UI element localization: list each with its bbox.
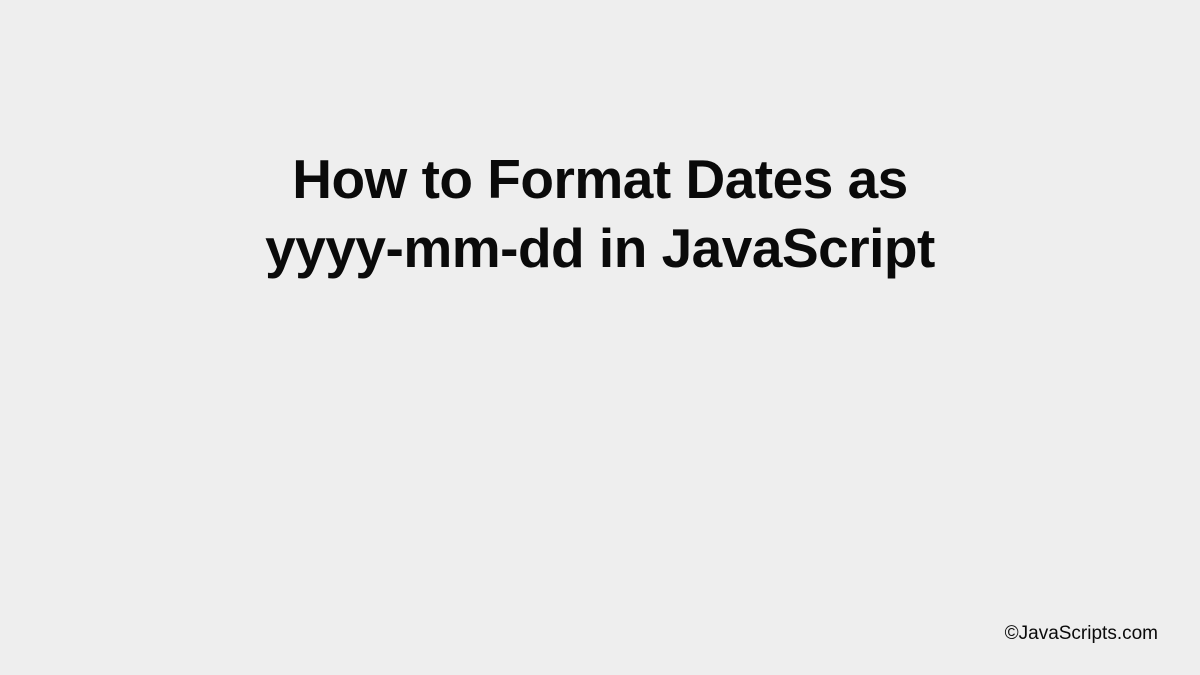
page-title: How to Format Dates as yyyy-mm-dd in Jav… — [0, 145, 1200, 283]
footer-copyright: ©JavaScripts.com — [1005, 623, 1158, 645]
title-line-2: yyyy-mm-dd in JavaScript — [265, 217, 935, 279]
title-container: How to Format Dates as yyyy-mm-dd in Jav… — [0, 145, 1200, 283]
title-line-1: How to Format Dates as — [292, 148, 908, 210]
